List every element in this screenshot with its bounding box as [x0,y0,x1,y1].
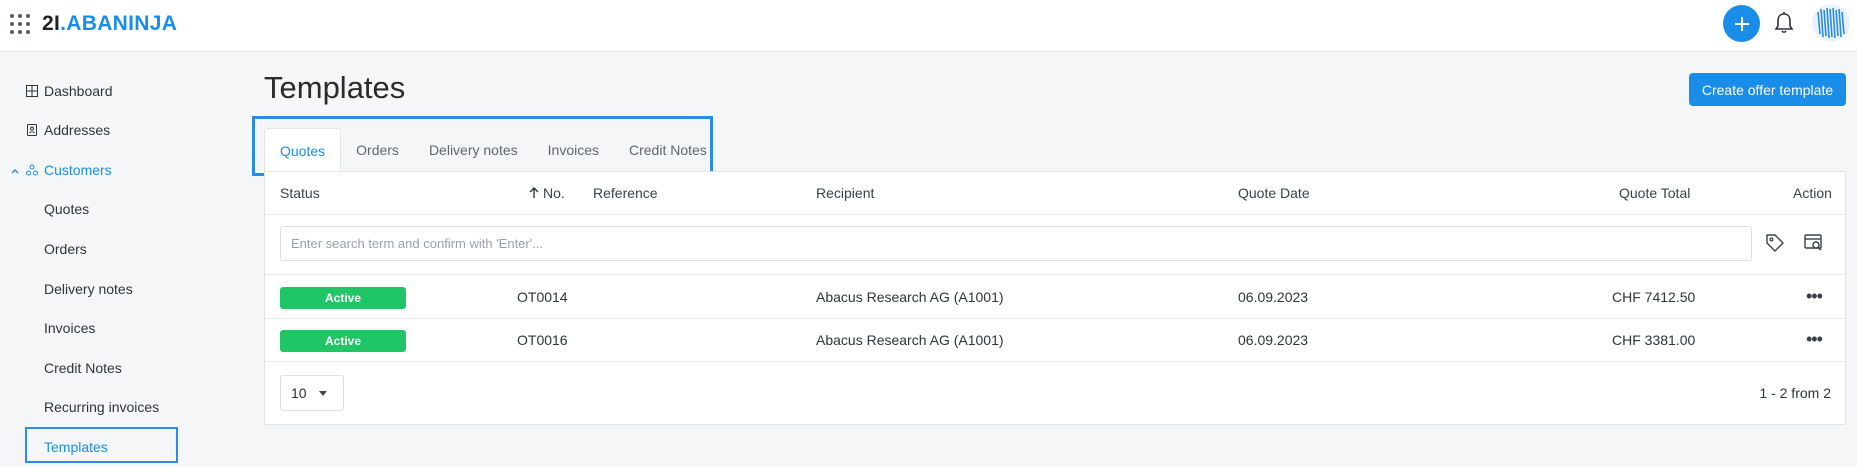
create-offer-template-button[interactable]: Create offer template [1689,73,1846,106]
more-actions-icon[interactable]: ••• [1806,330,1823,348]
column-quote-total[interactable]: Quote Total [1619,185,1690,201]
search-input[interactable] [280,226,1752,261]
page-size-value: 10 [291,385,307,401]
more-actions-icon[interactable]: ••• [1806,287,1823,305]
apps-grid-icon[interactable] [10,14,30,34]
page-title: Templates [264,70,406,105]
column-number[interactable]: No. [529,185,565,201]
templates-table-card: Status No. Reference Recipient Quote Dat… [264,171,1846,425]
dashboard-icon [26,85,38,97]
logo-name: ABANINJA [66,12,178,35]
top-bar: 2I.ABANINJA [0,0,1857,52]
status-badge: Active [280,330,406,352]
sort-up-arrow-icon [529,185,539,201]
cell-number: OT0016 [517,332,568,348]
cell-recipient: Abacus Research AG (A1001) [816,332,1004,348]
sidebar-sub-invoices[interactable]: Invoices [44,314,95,342]
table-row[interactable]: Active OT0014 Abacus Research AG (A1001)… [265,276,1845,319]
sidebar-sub-quotes[interactable]: Quotes [44,195,89,223]
table-header: Status No. Reference Recipient Quote Dat… [265,172,1845,215]
logo-number: 2I [42,12,61,35]
sidebar-sub-orders[interactable]: Orders [44,235,87,263]
user-avatar[interactable] [1812,4,1850,42]
advanced-search-icon[interactable] [1804,233,1824,253]
sidebar-item-label: Customers [44,162,112,178]
cell-quote-date: 06.09.2023 [1238,332,1309,348]
column-reference[interactable]: Reference [593,185,658,201]
sidebar-item-dashboard[interactable]: Dashboard [26,77,113,105]
cell-recipient: Abacus Research AG (A1001) [816,289,1004,305]
plus-icon [1734,16,1749,31]
column-status[interactable]: Status [280,185,320,201]
add-new-button[interactable] [1723,5,1760,42]
tabs-highlight-box [252,116,713,176]
pagination-info: 1 - 2 from 2 [1759,385,1831,401]
search-row [265,215,1845,275]
cell-quote-total: CHF 7412.50 [1612,289,1696,305]
column-number-label: No. [543,185,565,201]
address-book-icon [27,124,37,136]
column-action: Action [1793,185,1832,201]
sidebar-item-customers[interactable]: Customers [26,156,112,184]
table-row[interactable]: Active OT0016 Abacus Research AG (A1001)… [265,319,1845,362]
chevron-up-icon[interactable] [10,166,20,176]
customers-icon [26,164,38,176]
caret-down-icon [319,391,327,396]
sidebar-sub-delivery-notes[interactable]: Delivery notes [44,275,133,303]
bell-icon[interactable] [1773,11,1795,35]
tag-icon[interactable] [1765,233,1785,253]
page-size-select[interactable]: 10 [280,375,344,411]
cell-quote-total: CHF 3381.00 [1612,332,1696,348]
cell-quote-date: 06.09.2023 [1238,289,1309,305]
app-logo[interactable]: 2I.ABANINJA [42,12,177,36]
templates-highlight-box [25,427,178,463]
sidebar-item-label: Addresses [44,122,111,138]
column-quote-date[interactable]: Quote Date [1238,185,1310,201]
cell-number: OT0014 [517,289,568,305]
status-badge: Active [280,287,406,309]
sidebar-sub-credit-notes[interactable]: Credit Notes [44,354,122,382]
sidebar-item-addresses[interactable]: Addresses [26,116,110,144]
sidebar-item-label: Dashboard [44,83,113,99]
column-recipient[interactable]: Recipient [816,185,874,201]
sidebar-sub-recurring-invoices[interactable]: Recurring invoices [44,393,159,421]
